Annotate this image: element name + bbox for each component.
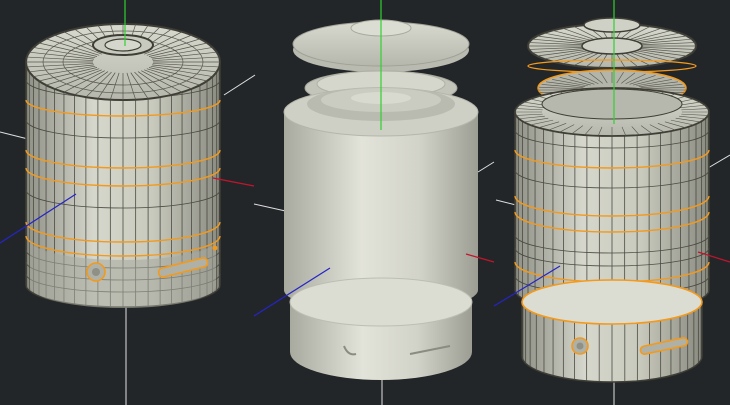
- viewport-canvas[interactable]: [0, 0, 730, 405]
- 3d-viewport[interactable]: [0, 0, 730, 405]
- speaker-model-wireframe[interactable]: [25, 23, 221, 308]
